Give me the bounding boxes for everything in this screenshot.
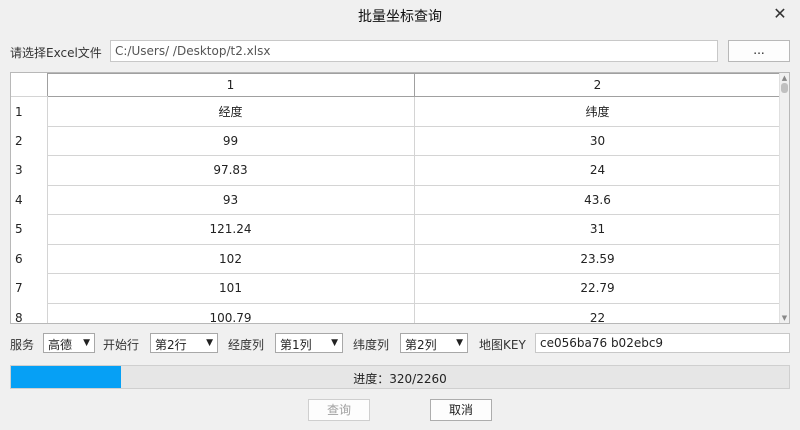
table-row: 5 121.24 31 [11,214,782,245]
table-cell[interactable]: 22.79 [413,273,782,304]
title-bar: 批量坐标查询 ✕ [0,0,800,30]
lng-col-select[interactable]: 第1列 ▼ [275,333,343,353]
browse-button[interactable]: ... [728,40,790,62]
table-row: 1 经度 纬度 [11,96,782,127]
map-key-input[interactable]: ce056ba76 b02ebc9 [535,333,790,353]
table-cell[interactable]: 23.59 [413,243,782,274]
start-row-value: 第2行 [155,338,187,352]
table-cell[interactable]: 121.24 [46,214,415,245]
row-header[interactable]: 5 [11,214,48,244]
row-header[interactable]: 7 [11,273,48,303]
lat-col-value: 第2列 [405,338,437,352]
table-row: 3 97.83 24 [11,155,782,186]
service-label: 服务 [10,338,35,352]
progress-text: 进度：320/2260 [353,372,447,386]
row-header[interactable]: 2 [11,126,48,156]
table-cell[interactable]: 30 [413,125,782,156]
file-row: 请选择Excel文件 C:/Users/ /Desktop/t2.xlsx ..… [10,40,790,62]
table-cell[interactable]: 经度 [46,96,415,127]
scroll-up-icon[interactable]: ▲ [780,73,789,83]
file-label: 请选择Excel文件 [10,46,102,60]
table-cell[interactable]: 43.6 [413,184,782,215]
lat-col-label: 纬度列 [353,338,390,352]
query-button[interactable]: 查询 [308,399,370,421]
lng-col-label: 经度列 [228,338,265,352]
dropdown-arrow-icon: ▼ [331,338,338,348]
table-cell[interactable]: 22 [413,302,782,323]
table-header-row: 1 2 [11,73,782,97]
table-cell[interactable]: 102 [46,243,415,274]
options-row: 服务 高德 ▼ 开始行 第2行 ▼ 经度列 第1列 ▼ 纬度列 第2列 ▼ 地图… [10,333,790,353]
data-table: 1 2 1 经度 纬度 2 99 30 3 97.83 24 4 93 43.6… [10,72,790,324]
window-title: 批量坐标查询 [358,9,442,25]
cancel-button[interactable]: 取消 [430,399,492,421]
map-key-label: 地图KEY [479,338,526,352]
table-cell[interactable]: 31 [413,214,782,245]
table-cell[interactable]: 99 [46,125,415,156]
lng-col-value: 第1列 [280,338,312,352]
start-row-select[interactable]: 第2行 ▼ [150,333,218,353]
table-row: 8 100.79 22 [11,302,782,323]
table-cell[interactable]: 纬度 [413,96,782,127]
row-header[interactable]: 1 [11,96,48,126]
table-scrollbar[interactable]: ▲ ▼ [779,73,789,323]
close-icon: ✕ [773,4,787,23]
column-header[interactable]: 1 [46,73,415,97]
table-row: 6 102 23.59 [11,243,782,274]
table-cell[interactable]: 93 [46,184,415,215]
dropdown-arrow-icon: ▼ [456,338,463,348]
scroll-thumb[interactable] [781,83,788,93]
dropdown-arrow-icon: ▼ [83,338,90,348]
table-row: 2 99 30 [11,125,782,156]
table-row: 4 93 43.6 [11,184,782,215]
table-cell[interactable]: 97.83 [46,155,415,186]
service-value: 高德 [48,338,73,352]
row-header[interactable]: 3 [11,155,48,185]
table-cell[interactable]: 24 [413,155,782,186]
lat-col-select[interactable]: 第2列 ▼ [400,333,468,353]
row-header[interactable]: 6 [11,244,48,274]
row-header[interactable]: 4 [11,185,48,215]
table-corner [11,73,47,97]
table-row: 7 101 22.79 [11,273,782,304]
scroll-down-icon[interactable]: ▼ [780,313,789,323]
table-cell[interactable]: 101 [46,273,415,304]
service-select[interactable]: 高德 ▼ [43,333,95,353]
column-header[interactable]: 2 [413,73,782,97]
progress-bar: 进度：320/2260 [10,365,790,389]
row-header[interactable]: 8 [11,303,48,323]
close-button[interactable]: ✕ [770,4,790,24]
start-row-label: 开始行 [103,338,140,352]
file-path-field[interactable]: C:/Users/ /Desktop/t2.xlsx [110,40,718,62]
table-cell[interactable]: 100.79 [46,302,415,323]
dropdown-arrow-icon: ▼ [206,338,213,348]
